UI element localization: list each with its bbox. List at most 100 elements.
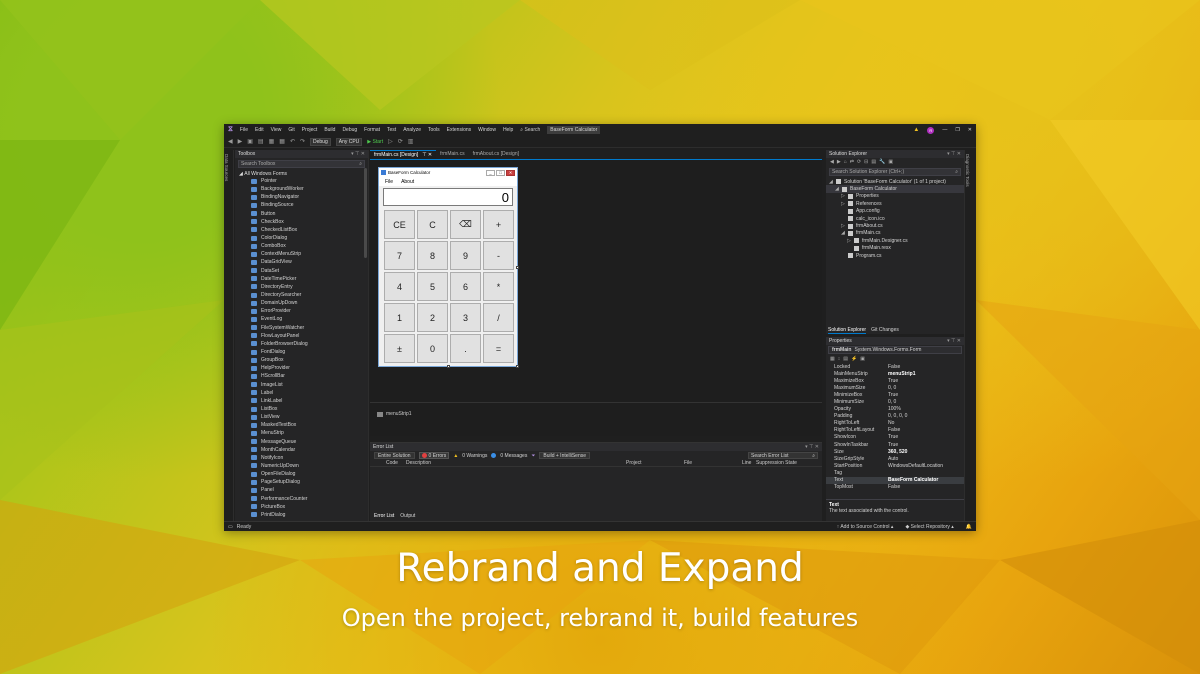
solution-tree-node[interactable]: frmMain.resx: [826, 245, 964, 252]
toolbox-item[interactable]: PrintDialog: [251, 511, 368, 519]
form-minimize-icon[interactable]: _: [486, 169, 495, 176]
notification-icon[interactable]: ▲: [913, 127, 919, 133]
menu-extensions[interactable]: Extensions: [447, 127, 471, 133]
warnings-filter-button[interactable]: 0 Warnings: [462, 453, 487, 459]
solution-tree-node[interactable]: ▷ frmMain.Designer.cs: [826, 237, 964, 244]
toolbox-item[interactable]: ContextMenuStrip: [251, 250, 368, 258]
property-value[interactable]: True: [888, 442, 964, 448]
tab-close-icon[interactable]: ⊤ ✕: [422, 151, 432, 159]
column-code[interactable]: Code: [386, 460, 406, 466]
toolbox-item[interactable]: MenuStrip: [251, 429, 368, 437]
calculator-key[interactable]: 8: [417, 241, 448, 270]
calculator-key[interactable]: CE: [384, 210, 415, 239]
calculator-key[interactable]: C: [417, 210, 448, 239]
expand-triangle-icon[interactable]: ◢: [841, 230, 845, 236]
property-row[interactable]: RightToLeftLayout False: [826, 427, 964, 434]
menu-edit[interactable]: Edit: [255, 127, 264, 133]
toolbox-item[interactable]: ImageList: [251, 381, 368, 389]
menu-help[interactable]: Help: [503, 127, 513, 133]
events-icon[interactable]: ⚡: [851, 356, 857, 362]
column-file[interactable]: File: [684, 460, 742, 466]
notifications-icon[interactable]: 🔔: [966, 524, 972, 530]
menu-tools[interactable]: Tools: [428, 127, 440, 133]
solution-tree-node[interactable]: ◢ BaseForm Calculator: [826, 185, 964, 193]
diagnostic-tools-tab[interactable]: Diagnostic Tools: [965, 154, 970, 187]
toolbox-item[interactable]: MessageQueue: [251, 438, 368, 446]
error-list-search-input[interactable]: Search Error List ⌕: [748, 452, 818, 459]
refresh-icon[interactable]: ⟳: [857, 159, 861, 165]
calculator-form[interactable]: BaseForm Calculator _ □ ✕ File About 0 C…: [378, 167, 519, 368]
calculator-key[interactable]: -: [483, 241, 514, 270]
toolbox-item[interactable]: CheckBox: [251, 218, 368, 226]
property-value[interactable]: False: [888, 484, 964, 490]
new-item-icon[interactable]: ▣: [247, 138, 253, 145]
forward-icon[interactable]: ▶: [837, 159, 841, 165]
calculator-key[interactable]: =: [483, 334, 514, 363]
solution-tree-node[interactable]: ▷ References: [826, 200, 964, 207]
toolbox-item[interactable]: Pointer: [251, 177, 368, 185]
layout-icon[interactable]: ▥: [408, 138, 414, 145]
menu-file[interactable]: File: [240, 127, 248, 133]
expand-triangle-icon[interactable]: ◢: [829, 179, 833, 185]
calculator-key[interactable]: 7: [384, 241, 415, 270]
toolbox-item[interactable]: DataGridView: [251, 258, 368, 266]
build-filter-dropdown[interactable]: Build + IntelliSense: [539, 452, 591, 459]
diagnostic-tools-strip[interactable]: Diagnostic Tools: [964, 150, 976, 521]
property-row[interactable]: Padding 0, 0, 0, 0: [826, 413, 964, 420]
menu-analyze[interactable]: Analyze: [403, 127, 421, 133]
calculator-key[interactable]: +: [483, 210, 514, 239]
toolbox-item[interactable]: FlowLayoutPanel: [251, 332, 368, 340]
toolbox-item[interactable]: PerformanceCounter: [251, 494, 368, 502]
toolbox-item[interactable]: DomainUpDown: [251, 299, 368, 307]
toolbox-item[interactable]: Button: [251, 210, 368, 218]
property-row[interactable]: RightToLeft No: [826, 420, 964, 427]
tab-output[interactable]: Output: [400, 513, 415, 519]
toolbox-item[interactable]: HelpProvider: [251, 364, 368, 372]
resize-handle[interactable]: [516, 365, 519, 368]
property-value[interactable]: menuStrip1: [888, 371, 964, 377]
start-button[interactable]: ▶ Start: [367, 139, 383, 145]
toolbox-item[interactable]: DirectoryEntry: [251, 283, 368, 291]
toolbox-item[interactable]: DirectorySearcher: [251, 291, 368, 299]
property-value[interactable]: 100%: [888, 406, 964, 412]
property-value[interactable]: True: [888, 434, 964, 440]
toolbox-scrollbar[interactable]: [364, 168, 367, 258]
back-icon[interactable]: ◀: [830, 159, 834, 165]
toolbox-item[interactable]: ColorDialog: [251, 234, 368, 242]
tab-solution-explorer[interactable]: Solution Explorer: [828, 327, 867, 334]
pin-icon[interactable]: ▾ ⊤ ✕: [351, 151, 365, 157]
property-row[interactable]: MainMenuStrip menuStrip1: [826, 370, 964, 377]
back-icon[interactable]: ◀: [228, 138, 233, 145]
column-project[interactable]: Project: [626, 460, 684, 466]
show-all-files-icon[interactable]: ▤: [871, 159, 876, 165]
toolbox-item[interactable]: ErrorProvider: [251, 307, 368, 315]
toolbox-item[interactable]: HScrollBar: [251, 372, 368, 380]
toolbox-item[interactable]: FolderBrowserDialog: [251, 340, 368, 348]
toolbox-item[interactable]: Label: [251, 389, 368, 397]
calc-menu-about[interactable]: About: [401, 179, 414, 185]
tab-git-changes[interactable]: Git Changes: [871, 327, 899, 334]
property-row[interactable]: Opacity 100%: [826, 406, 964, 413]
toolbox-item[interactable]: Panel: [251, 486, 368, 494]
calculator-key[interactable]: 1: [384, 303, 415, 332]
properties-view-icon[interactable]: ▤: [843, 356, 848, 362]
calculator-display[interactable]: 0: [383, 188, 513, 206]
filter-icon[interactable]: ⏷: [531, 453, 535, 459]
solution-tree-node[interactable]: ▷ Properties: [826, 193, 964, 200]
calculator-key[interactable]: .: [450, 334, 481, 363]
scope-dropdown[interactable]: Entire Solution: [374, 452, 415, 459]
properties-icon[interactable]: 🔧: [879, 159, 885, 165]
property-row[interactable]: MaximumSize 0, 0: [826, 384, 964, 391]
toolbox-item[interactable]: NotifyIcon: [251, 454, 368, 462]
toolbox-item[interactable]: BindingNavigator: [251, 193, 368, 201]
calculator-key[interactable]: 5: [417, 272, 448, 301]
property-value[interactable]: No: [888, 420, 964, 426]
toolbox-item[interactable]: ListBox: [251, 405, 368, 413]
toolbox-item[interactable]: MaskedTextBox: [251, 421, 368, 429]
property-row[interactable]: TopMost False: [826, 484, 964, 491]
solution-tree-node[interactable]: calc_icon.ico: [826, 215, 964, 222]
property-value[interactable]: BaseForm Calculator: [888, 477, 964, 483]
property-value[interactable]: False: [888, 364, 964, 370]
menu-build[interactable]: Build: [324, 127, 335, 133]
save-all-icon[interactable]: ▦: [279, 138, 285, 145]
